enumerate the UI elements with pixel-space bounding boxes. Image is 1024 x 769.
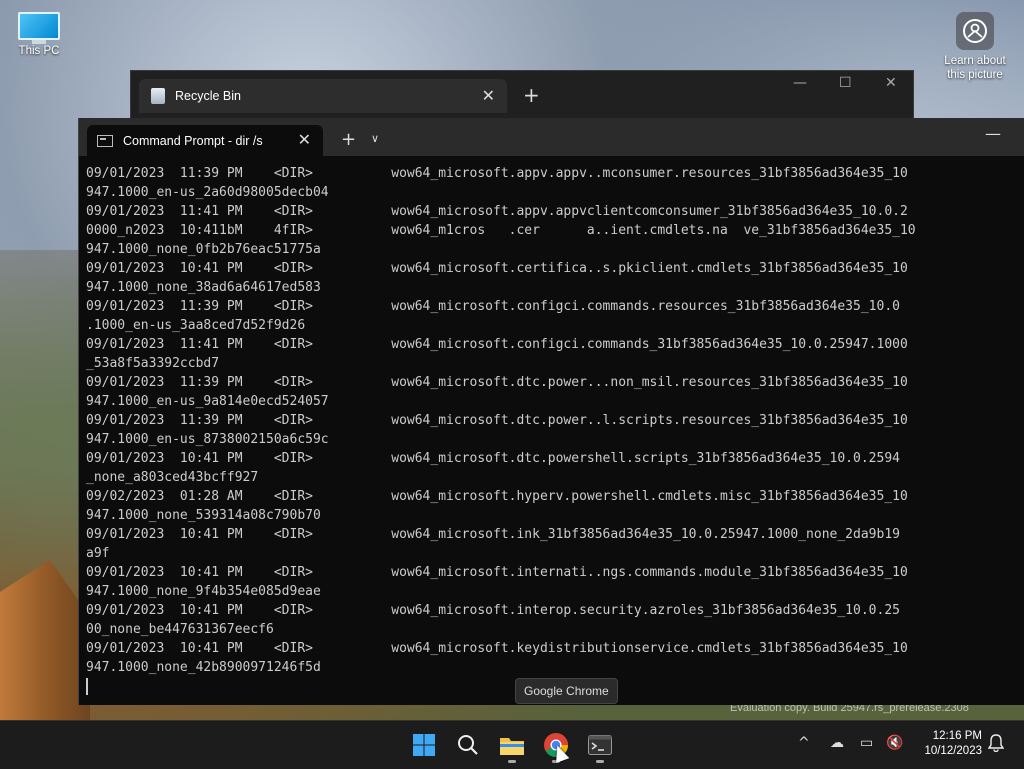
this-pc-label: This PC: [18, 45, 60, 57]
recycle-bin-tab[interactable]: Recycle Bin ✕: [139, 79, 507, 113]
file-explorer-button[interactable]: [492, 725, 532, 765]
terminal-line: 09/01/2023 11:39 PM <DIR> wow64_microsof…: [86, 166, 908, 181]
terminal-line: 09/01/2023 11:41 PM <DIR> wow64_microsof…: [86, 204, 908, 219]
learn-about-picture-desktop-icon[interactable]: Learn about this picture: [938, 10, 1012, 82]
terminal-line: .1000_en-us_3aa8ced7d52f9d26: [86, 318, 306, 333]
terminal-line: 09/01/2023 11:39 PM <DIR> wow64_microsof…: [86, 375, 908, 390]
recycle-bin-icon: [151, 88, 165, 104]
terminal-line: 09/01/2023 10:41 PM <DIR> wow64_microsof…: [86, 641, 908, 656]
learn-about-picture-label: Learn about this picture: [944, 55, 1006, 81]
terminal-line: 947.1000_none_38ad6a64617ed583: [86, 280, 321, 295]
terminal-output[interactable]: 09/01/2023 11:39 PM <DIR> wow64_microsof…: [86, 164, 1024, 705]
running-indicator: [508, 760, 516, 763]
terminal-line: 947.1000_en-us_8738002150a6c59c: [86, 432, 329, 447]
minimize-button[interactable]: —: [985, 124, 1001, 143]
monitor-icon: [18, 12, 60, 44]
terminal-taskbar-button[interactable]: [580, 725, 620, 765]
folder-icon: [500, 738, 524, 755]
start-button[interactable]: [404, 725, 444, 765]
terminal-line: 09/01/2023 10:41 PM <DIR> wow64_microsof…: [86, 603, 900, 618]
terminal-icon: [588, 735, 612, 755]
new-tab-button[interactable]: +: [341, 129, 356, 150]
terminal-line: 00_none_be447631367eecf6: [86, 622, 274, 637]
chevron-up-icon[interactable]: ^: [798, 735, 810, 751]
terminal-line: 09/01/2023 11:39 PM <DIR> wow64_microsof…: [86, 413, 908, 428]
notification-bell-icon[interactable]: [987, 734, 1005, 756]
text-cursor: [86, 678, 88, 695]
terminal-line: 947.1000_none_42b8900971246f5d: [86, 660, 321, 675]
terminal-title-bar[interactable]: Command Prompt - dir /s ✕ + ∨ —: [79, 118, 1024, 156]
recycle-bin-tab-title: Recycle Bin: [175, 89, 241, 103]
maximize-button[interactable]: ☐: [839, 75, 852, 91]
running-indicator: [596, 760, 604, 763]
terminal-line: 09/02/2023 01:28 AM <DIR> wow64_microsof…: [86, 489, 908, 504]
chevron-down-icon[interactable]: ∨: [371, 132, 379, 145]
terminal-line: 947.1000_none_539314a08c790b70: [86, 508, 321, 523]
terminal-tab-title: Command Prompt - dir /s: [123, 133, 263, 148]
terminal-window[interactable]: Command Prompt - dir /s ✕ + ∨ — 09/01/20…: [78, 118, 1024, 705]
terminal-line: 09/01/2023 10:41 PM <DIR> wow64_microsof…: [86, 565, 908, 580]
terminal-line: 09/01/2023 11:39 PM <DIR> wow64_microsof…: [86, 299, 900, 314]
clock-time: 12:16 PM: [932, 730, 982, 742]
mute-speaker-icon[interactable]: 🔇: [886, 735, 903, 751]
close-tab-icon[interactable]: ✕: [482, 86, 495, 106]
system-clock[interactable]: 12:16 PM 10/12/2023: [918, 729, 982, 759]
terminal-line: 09/01/2023 10:41 PM <DIR> wow64_microsof…: [86, 261, 908, 276]
close-tab-icon[interactable]: ✕: [298, 130, 311, 150]
terminal-line: 947.1000_none_9f4b354e085d9eae: [86, 584, 321, 599]
camera-icon: [956, 12, 994, 50]
network-icon[interactable]: ▭: [860, 735, 873, 751]
terminal-tab[interactable]: Command Prompt - dir /s ✕: [87, 125, 323, 156]
taskbar-tooltip: Google Chrome: [515, 678, 618, 704]
terminal-line: 09/01/2023 10:41 PM <DIR> wow64_microsof…: [86, 451, 900, 466]
terminal-line: 09/01/2023 11:41 PM <DIR> wow64_microsof…: [86, 337, 908, 352]
terminal-line: _53a8f5a3392ccbd7: [86, 356, 220, 371]
terminal-line: a9f: [86, 546, 110, 561]
clock-date: 10/12/2023: [924, 745, 982, 757]
terminal-line: 947.1000_en-us_9a814e0ecd524057: [86, 394, 329, 409]
terminal-line: 0000_n2023 10:411bM 4fIR> wow64_m1cros .…: [86, 223, 916, 238]
terminal-line: _none_a803ced43bcff927: [86, 470, 259, 485]
close-window-button[interactable]: ✕: [885, 75, 897, 91]
windows-logo-icon: [413, 734, 435, 756]
taskbar: ^ ☁ ▭ 🔇 12:16 PM 10/12/2023: [0, 720, 1024, 769]
terminal-line: 09/01/2023 10:41 PM <DIR> wow64_microsof…: [86, 527, 900, 542]
new-tab-button[interactable]: +: [523, 83, 540, 107]
terminal-line: 947.1000_none_0fb2b76eac51775a: [86, 242, 321, 257]
onedrive-cloud-icon[interactable]: ☁: [830, 735, 844, 751]
search-button[interactable]: [448, 725, 488, 765]
terminal-line: 947.1000_en-us_2a60d98005decb04: [86, 185, 329, 200]
search-icon: [458, 735, 478, 755]
minimize-button[interactable]: —: [793, 75, 807, 91]
this-pc-desktop-icon[interactable]: This PC: [8, 10, 70, 58]
command-prompt-icon: [97, 134, 113, 147]
